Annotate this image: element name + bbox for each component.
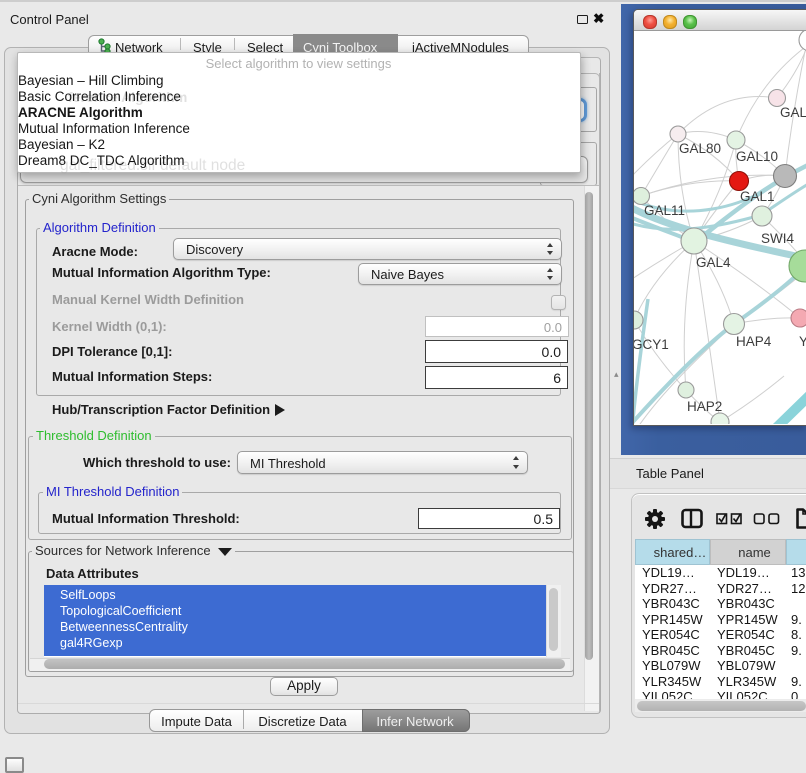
svg-text:GAL80: GAL80 xyxy=(679,141,721,156)
svg-text:HAP4: HAP4 xyxy=(736,334,772,349)
svg-text:GAL2: GAL2 xyxy=(780,105,806,120)
svg-text:GAL10: GAL10 xyxy=(736,149,778,164)
svg-text:GAL1: GAL1 xyxy=(740,189,775,204)
svg-text:HAP2: HAP2 xyxy=(687,399,722,414)
svg-text:GAL4: GAL4 xyxy=(696,255,731,270)
svg-text:GAL11: GAL11 xyxy=(644,203,685,218)
svg-text:GCY1: GCY1 xyxy=(634,337,669,352)
svg-text:YB: YB xyxy=(799,334,806,349)
svg-text:SWI4: SWI4 xyxy=(761,231,794,246)
